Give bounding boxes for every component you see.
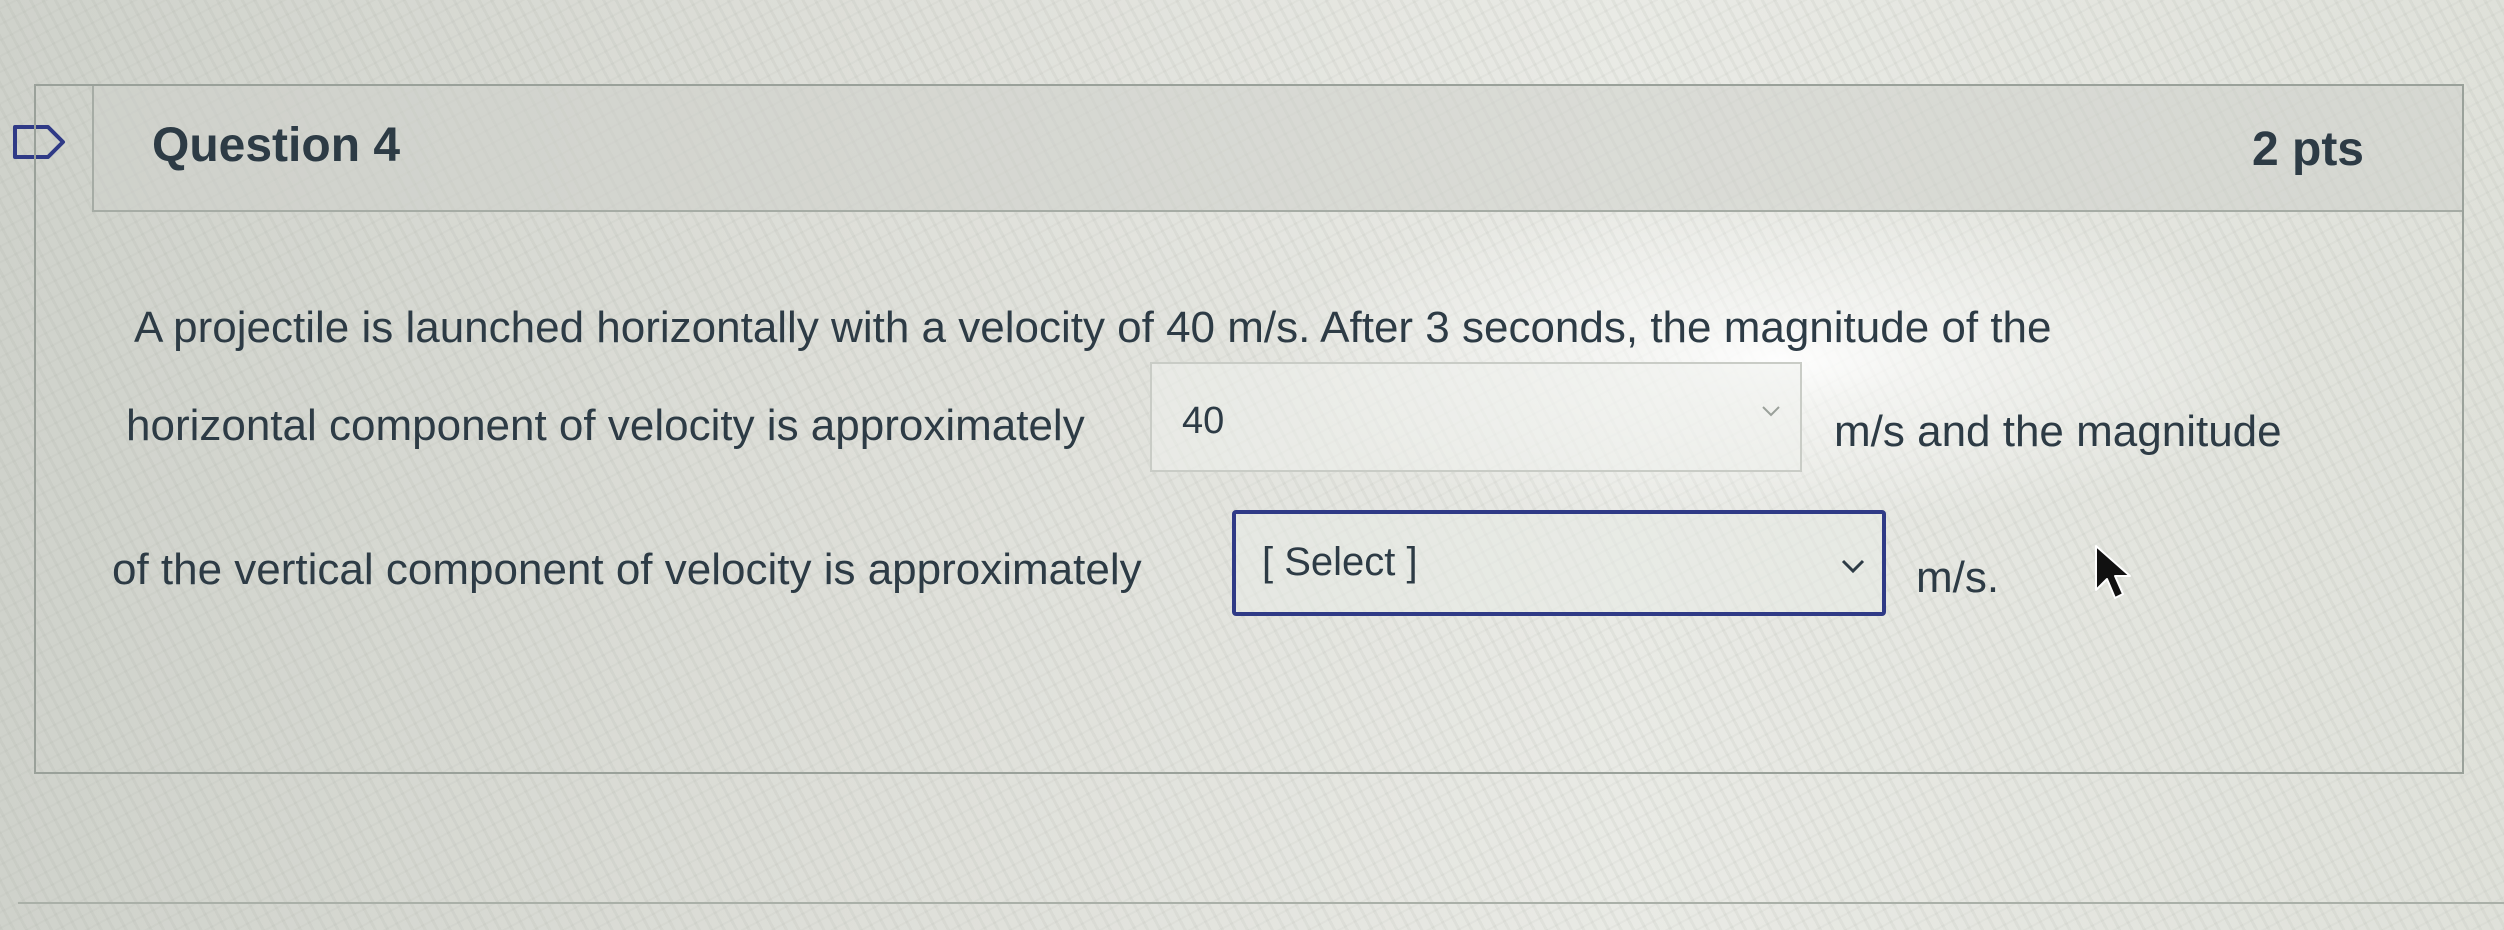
question-text-line-1: A projectile is launched horizontally wi… — [134, 303, 2052, 352]
question-title: Question 4 — [152, 119, 401, 172]
next-question-border — [18, 902, 2504, 904]
question-text-line-2: horizontal component of velocity is appr… — [126, 401, 1085, 450]
answer-input-horizontal[interactable]: 40 — [1150, 362, 1802, 472]
question-text-line-2-end: m/s and the magnitude — [1834, 407, 2282, 456]
answer-select-value: [ Select ] — [1262, 540, 1418, 584]
chevron-down-icon — [1762, 406, 1780, 417]
question-text-line-3: of the vertical component of velocity is… — [112, 545, 1142, 594]
answer-select-vertical[interactable]: [ Select ] — [1232, 510, 1886, 616]
question-header — [92, 86, 2462, 212]
answer-input-value: 40 — [1182, 400, 1225, 442]
question-text-line-3-end: m/s. — [1916, 553, 2000, 602]
mouse-pointer-icon — [2095, 545, 2131, 599]
chevron-down-icon — [1841, 559, 1865, 574]
question-points: 2 pts — [2251, 123, 2364, 176]
